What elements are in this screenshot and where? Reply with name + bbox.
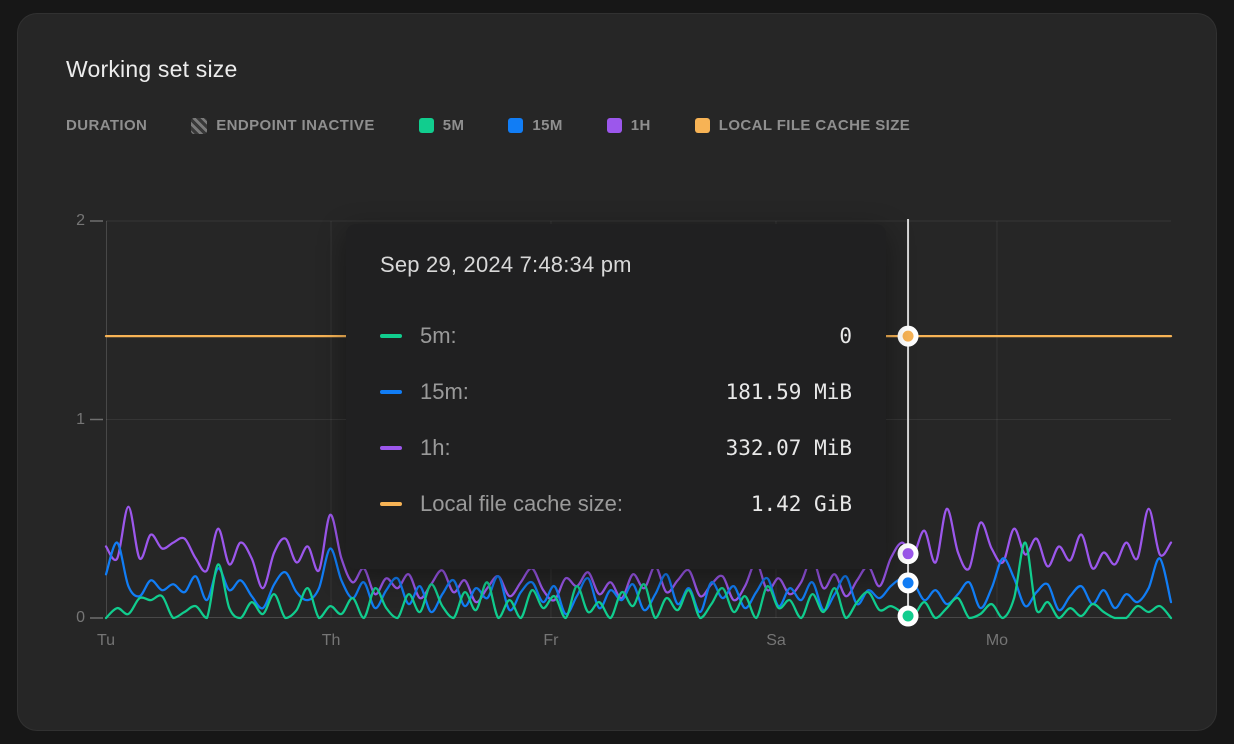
tooltip-row-label: Local file cache size: (420, 491, 623, 517)
legend-item-15m[interactable]: 15M (508, 117, 562, 134)
crosshair-marker-dot (903, 611, 914, 622)
legend-item-label: 5M (443, 117, 465, 134)
tooltip-row-value: 332.07 MiB (726, 436, 852, 460)
crosshair-marker-dot (903, 577, 914, 588)
y-axis-tick-label: 2 (55, 211, 85, 231)
page-title: Working set size (66, 56, 238, 83)
legend-item-label: ENDPOINT INACTIVE (216, 117, 374, 134)
legend-item-5m[interactable]: 5M (419, 117, 465, 134)
page: { "card": { "title": "Working set size" … (0, 0, 1234, 744)
legend-duration-label: DURATION (66, 117, 147, 134)
x-axis-tick-label: Th (322, 632, 341, 650)
tooltip-row-value: 1.42 GiB (751, 492, 852, 516)
tooltip-row-1h: 1h: 332.07 MiB (380, 420, 852, 476)
color-swatch-icon (695, 118, 710, 133)
color-swatch-icon (508, 118, 523, 133)
x-axis-tick-label: Fr (543, 632, 558, 650)
tooltip-row-15m: 15m: 181.59 MiB (380, 364, 852, 420)
y-axis-tick-label: 1 (55, 410, 85, 430)
color-swatch-icon (419, 118, 434, 133)
tooltip-row-value: 181.59 MiB (726, 380, 852, 404)
hatch-swatch-icon (191, 118, 207, 134)
working-set-size-card: Working set size DURATION ENDPOINT INACT… (17, 13, 1217, 731)
color-swatch-icon (607, 118, 622, 133)
legend-item-endpoint-inactive[interactable]: ENDPOINT INACTIVE (191, 117, 374, 134)
crosshair-marker-dot (903, 548, 914, 559)
legend-item-1h[interactable]: 1H (607, 117, 651, 134)
series-dash-icon (380, 390, 402, 394)
y-axis-tick-label: 0 (55, 608, 85, 628)
legend: DURATION ENDPOINT INACTIVE 5M 15M 1H LOC… (66, 117, 910, 134)
chart-tooltip: Sep 29, 2024 7:48:34 pm 5m: 0 15m: 181.5… (346, 224, 886, 569)
tooltip-timestamp: Sep 29, 2024 7:48:34 pm (380, 252, 852, 278)
x-axis-tick-label: Sa (766, 632, 786, 650)
legend-item-label: 1H (631, 117, 651, 134)
tooltip-row-label: 1h: (420, 435, 451, 461)
crosshair-marker-dot (903, 331, 914, 342)
legend-item-label: LOCAL FILE CACHE SIZE (719, 117, 910, 134)
tooltip-row-5m: 5m: 0 (380, 308, 852, 364)
tooltip-row-local-file-cache-size: Local file cache size: 1.42 GiB (380, 476, 852, 532)
series-dash-icon (380, 446, 402, 450)
legend-item-local-file-cache-size[interactable]: LOCAL FILE CACHE SIZE (695, 117, 910, 134)
tooltip-row-label: 15m: (420, 379, 469, 405)
legend-item-label: 15M (532, 117, 562, 134)
tooltip-row-label: 5m: (420, 323, 457, 349)
series-dash-icon (380, 334, 402, 338)
tooltip-row-value: 0 (839, 324, 852, 348)
x-axis-tick-label: Tu (97, 632, 115, 650)
series-dash-icon (380, 502, 402, 506)
x-axis-tick-label: Mo (986, 632, 1008, 650)
